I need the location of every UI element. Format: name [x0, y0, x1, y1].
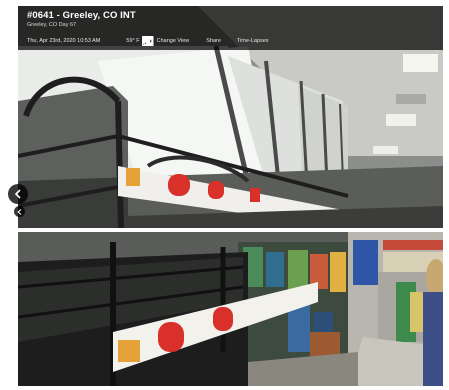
timelapse-button[interactable]: Time-Lapses: [142, 36, 269, 46]
previous-image-button[interactable]: [8, 184, 28, 204]
meta-row: Thu, Apr 23rd, 2020 10:53 AM 59° F Chang…: [27, 36, 269, 46]
chevron-left-icon: [14, 189, 21, 199]
camera-subtitle: Greeley, CO Day 67: [27, 22, 77, 28]
camera-image-top: #0641 - Greeley, CO INT Greeley, CO Day …: [18, 6, 443, 228]
timelapse-icon: [142, 36, 153, 46]
chevron-left-small-icon: [17, 208, 22, 215]
camera-image-bottom: [18, 232, 443, 386]
camera-title: #0641 - Greeley, CO INT: [27, 10, 136, 21]
camera-info-bar: #0641 - Greeley, CO INT Greeley, CO Day …: [18, 6, 443, 50]
store-shelf-photo: [18, 232, 443, 386]
previous-small-button[interactable]: [14, 206, 25, 217]
